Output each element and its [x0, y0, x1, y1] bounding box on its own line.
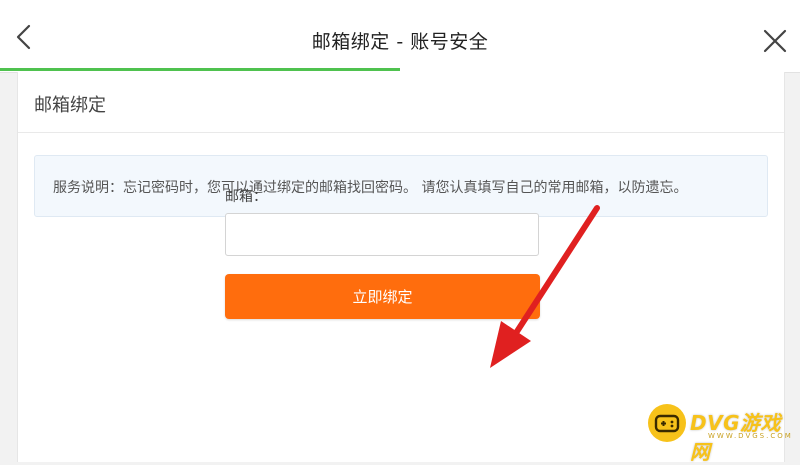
progress-bar-fill [0, 68, 400, 71]
card-header: 邮箱绑定 [18, 72, 784, 133]
bind-now-button[interactable]: 立即绑定 [225, 274, 540, 319]
close-button[interactable] [758, 24, 792, 58]
email-input[interactable] [225, 213, 539, 256]
watermark-subtext: WWW.DVGS.COM [708, 432, 793, 440]
email-field-label: 邮箱： [225, 189, 267, 205]
service-notice: 服务说明：忘记密码时，您可以通过绑定的邮箱找回密码。 请您认真填写自己的常用邮箱… [34, 155, 768, 217]
service-notice-text: 服务说明：忘记密码时，您可以通过绑定的邮箱找回密码。 请您认真填写自己的常用邮箱… [53, 180, 688, 196]
close-icon [763, 29, 787, 53]
card-title: 邮箱绑定 [34, 95, 106, 116]
top-nav-bar: 邮箱绑定 - 账号安全 [0, 0, 800, 73]
gamepad-icon [654, 414, 680, 433]
site-watermark: DVG游戏网 WWW.DVGS.COM [648, 402, 798, 464]
watermark-logo [648, 404, 686, 442]
page-title: 邮箱绑定 - 账号安全 [311, 31, 489, 53]
